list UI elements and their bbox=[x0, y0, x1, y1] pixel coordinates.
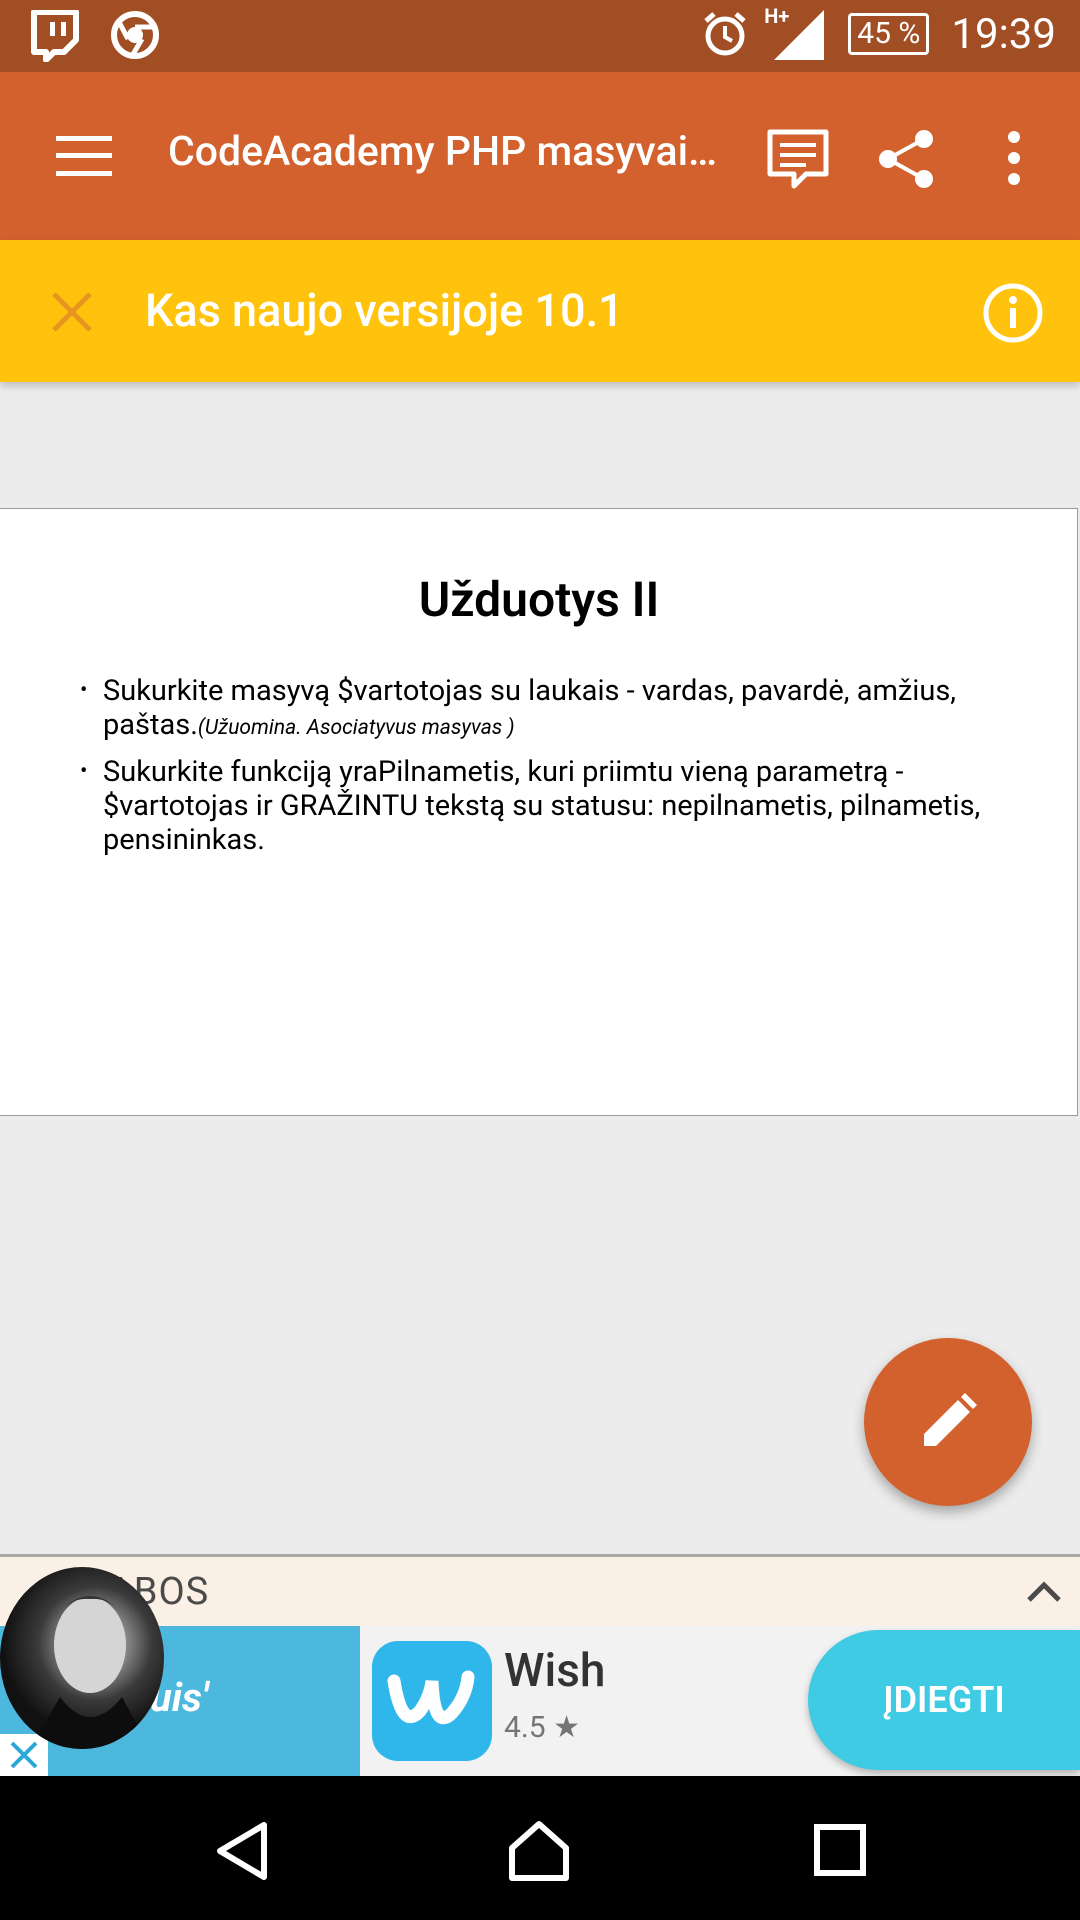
document-title: CodeAcademy PHP masyvai… bbox=[168, 128, 718, 176]
alarm-icon bbox=[702, 11, 748, 57]
list-item: Sukurkite funkciją yraPilnametis, kuri p… bbox=[80, 755, 1000, 857]
ad-rating: 4.5 ★ bbox=[504, 1710, 580, 1745]
banner-text: Kas naujo versijoje 10.1 bbox=[145, 284, 624, 337]
signal-icon: H+ bbox=[764, 4, 826, 62]
home-icon[interactable] bbox=[508, 1820, 570, 1882]
chat-head-avatar[interactable] bbox=[0, 1567, 164, 1749]
list-item: Sukurkite masyvą $vartotojas su laukais … bbox=[80, 674, 1000, 745]
network-type: H+ bbox=[764, 4, 790, 28]
edit-pencil-icon bbox=[918, 1392, 978, 1452]
slide-bullet-list: Sukurkite masyvą $vartotojas su laukais … bbox=[80, 674, 1000, 867]
status-bar: H+ 45 % 19:39 bbox=[0, 0, 1080, 72]
clock: 19:39 bbox=[951, 9, 1056, 59]
menu-icon[interactable] bbox=[56, 136, 112, 176]
info-icon[interactable] bbox=[982, 282, 1044, 344]
share-icon[interactable] bbox=[876, 128, 936, 190]
app-bar: CodeAcademy PHP masyvai… bbox=[0, 72, 1080, 240]
battery-icon: 45 % bbox=[848, 13, 930, 55]
back-icon[interactable] bbox=[214, 1821, 270, 1881]
bullet-text: Sukurkite funkciją yraPilnametis, kuri p… bbox=[103, 755, 981, 857]
star-icon: ★ bbox=[553, 1710, 580, 1745]
slide-page: Užduotys II Sukurkite masyvą $vartotojas… bbox=[0, 508, 1078, 1116]
recents-icon[interactable] bbox=[814, 1824, 866, 1876]
system-nav-bar bbox=[0, 1776, 1080, 1920]
install-button[interactable]: ĮDIEGTI bbox=[808, 1630, 1080, 1770]
edit-fab-button[interactable] bbox=[864, 1338, 1032, 1506]
ad-close-icon[interactable] bbox=[0, 1734, 48, 1776]
chevron-up-icon[interactable] bbox=[1026, 1579, 1062, 1603]
wish-logo-icon[interactable] bbox=[372, 1641, 492, 1761]
twitch-icon bbox=[28, 10, 80, 62]
tabs-bar[interactable]: ABOS bbox=[0, 1554, 1080, 1626]
comments-icon[interactable] bbox=[766, 128, 830, 190]
slide-title: Užduotys II bbox=[418, 571, 660, 628]
more-vert-icon[interactable] bbox=[1004, 130, 1024, 186]
close-icon[interactable] bbox=[50, 290, 94, 334]
chrome-icon bbox=[110, 10, 160, 62]
ad-app-name: Wish bbox=[504, 1644, 606, 1698]
bullet-note: (Užuomina. Asociatyvus masyvas ) bbox=[197, 716, 515, 740]
whats-new-banner[interactable]: Kas naujo versijoje 10.1 bbox=[0, 240, 1080, 382]
rating-value: 4.5 bbox=[504, 1710, 546, 1745]
